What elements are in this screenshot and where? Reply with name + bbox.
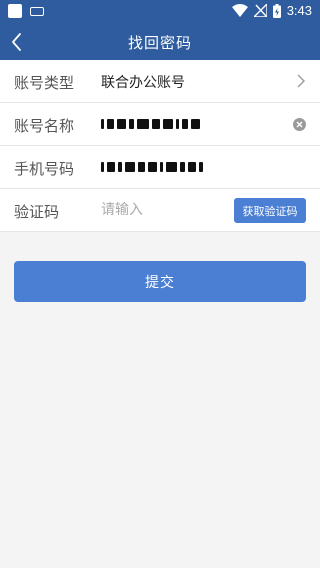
battery-charging-icon [272, 3, 281, 18]
account-type-value: 联合办公账号 [101, 75, 185, 91]
verify-code-input[interactable] [101, 199, 221, 221]
keyboard-icon [30, 7, 44, 16]
account-type-row[interactable]: 账号类型 联合办公账号 [0, 60, 320, 103]
account-type-label: 账号类型 [14, 74, 75, 92]
recover-password-form: 账号类型 联合办公账号 账号名称 手机号码 验证码 获取验证码 [0, 60, 320, 232]
account-name-row: 账号名称 [0, 103, 320, 146]
clear-icon[interactable] [293, 118, 306, 131]
nav-bar: 找回密码 [0, 24, 320, 60]
phone-label: 手机号码 [14, 160, 75, 178]
signal-icon [253, 4, 267, 17]
status-bar: 3:43 [0, 0, 320, 24]
verify-code-label: 验证码 [14, 203, 60, 221]
status-bar-right: 3:43 [231, 3, 312, 18]
account-name-label: 账号名称 [14, 117, 75, 135]
submit-button[interactable]: 提交 [14, 261, 306, 302]
get-code-button[interactable]: 获取验证码 [234, 198, 306, 223]
account-name-masked-value[interactable] [101, 117, 200, 131]
phone-masked-value [101, 160, 203, 174]
app-notification-icon [8, 4, 22, 18]
wifi-icon [231, 3, 248, 18]
chevron-right-icon[interactable] [296, 74, 306, 88]
verify-code-row: 验证码 获取验证码 [0, 189, 320, 232]
phone-row: 手机号码 [0, 146, 320, 189]
page-title: 找回密码 [127, 34, 192, 52]
status-bar-left [8, 4, 44, 18]
status-time: 3:43 [286, 3, 312, 18]
